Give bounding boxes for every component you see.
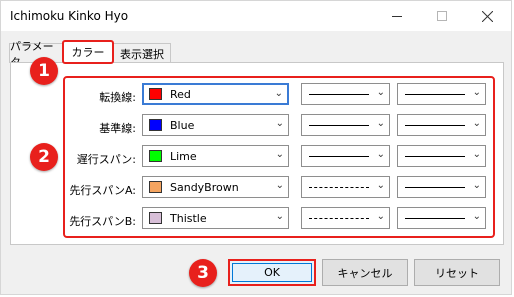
chevron-down-icon: ⌄ [376, 118, 385, 129]
reset-button[interactable]: リセット [414, 259, 500, 286]
line-width-sample [405, 94, 465, 95]
color-select-kijun[interactable]: Blue ⌄ [142, 114, 289, 136]
minimize-icon [391, 16, 402, 17]
chevron-down-icon: ⌄ [472, 180, 481, 191]
row-label-tenkan: 転換線: [99, 91, 136, 104]
color-swatch [149, 119, 162, 131]
maximize-icon [436, 11, 447, 21]
maximize-button[interactable] [419, 1, 464, 31]
line-style-sample [309, 125, 369, 126]
line-width-sample [405, 125, 465, 126]
line-style-select-chikou[interactable]: ⌄ [301, 145, 390, 167]
color-name: Lime [170, 150, 197, 163]
focus-ring [232, 263, 312, 282]
line-style-select-senkou-a[interactable]: ⌄ [301, 176, 390, 198]
minimize-button[interactable] [374, 1, 419, 31]
row-label-chikou: 遅行スパン: [76, 153, 136, 166]
line-style-sample [309, 156, 369, 157]
color-swatch [149, 150, 162, 162]
color-select-tenkan[interactable]: Red ⌄ [142, 83, 289, 105]
chevron-down-icon: ⌄ [376, 149, 385, 160]
color-name: Thistle [170, 212, 207, 225]
tab-colors[interactable]: カラー [62, 40, 114, 64]
chevron-down-icon: ⌄ [472, 87, 481, 98]
callout-badge-2: 2 [30, 143, 58, 171]
chevron-down-icon: ⌄ [472, 118, 481, 129]
color-swatch [149, 181, 162, 193]
color-select-chikou[interactable]: Lime ⌄ [142, 145, 289, 167]
chevron-down-icon: ⌄ [376, 211, 385, 222]
chevron-down-icon: ⌄ [472, 211, 481, 222]
line-style-sample [309, 94, 369, 95]
reset-button-label: リセット [435, 266, 479, 280]
chevron-down-icon: ⌄ [275, 211, 284, 222]
line-width-select-chikou[interactable]: ⌄ [397, 145, 486, 167]
line-width-select-senkou-b[interactable]: ⌄ [397, 207, 486, 229]
line-style-sample [309, 187, 369, 188]
color-select-senkou-a[interactable]: SandyBrown ⌄ [142, 176, 289, 198]
color-name: Blue [170, 119, 195, 132]
color-select-senkou-b[interactable]: Thistle ⌄ [142, 207, 289, 229]
chevron-down-icon: ⌄ [275, 118, 284, 129]
color-swatch [149, 212, 162, 224]
close-button[interactable] [465, 1, 510, 31]
ok-button[interactable]: OK [228, 259, 316, 286]
cancel-button-label: キャンセル [337, 266, 393, 280]
line-style-select-kijun[interactable]: ⌄ [301, 114, 390, 136]
line-style-select-senkou-b[interactable]: ⌄ [301, 207, 390, 229]
row-label-senkou-b: 先行スパンB: [69, 215, 136, 228]
line-width-sample [405, 218, 465, 219]
line-width-sample [405, 187, 465, 188]
cancel-button[interactable]: キャンセル [322, 259, 408, 286]
row-label-kijun: 基準線: [99, 122, 136, 135]
line-style-sample [309, 218, 369, 219]
line-width-select-tenkan[interactable]: ⌄ [397, 83, 486, 105]
callout-badge-1: 1 [30, 57, 58, 85]
row-label-senkou-a: 先行スパンA: [69, 184, 136, 197]
chevron-down-icon: ⌄ [275, 180, 284, 191]
chevron-down-icon: ⌄ [274, 88, 283, 99]
line-width-sample [405, 156, 465, 157]
color-name: Red [170, 88, 191, 101]
tab-label: カラー [71, 46, 105, 59]
chevron-down-icon: ⌄ [376, 180, 385, 191]
line-width-select-kijun[interactable]: ⌄ [397, 114, 486, 136]
chevron-down-icon: ⌄ [472, 149, 481, 160]
chevron-down-icon: ⌄ [275, 149, 284, 160]
callout-badge-3: 3 [189, 259, 217, 287]
color-name: SandyBrown [170, 181, 239, 194]
line-style-select-tenkan[interactable]: ⌄ [301, 83, 390, 105]
close-icon [482, 10, 493, 22]
line-width-select-senkou-a[interactable]: ⌄ [397, 176, 486, 198]
color-swatch [149, 88, 162, 100]
chevron-down-icon: ⌄ [376, 87, 385, 98]
